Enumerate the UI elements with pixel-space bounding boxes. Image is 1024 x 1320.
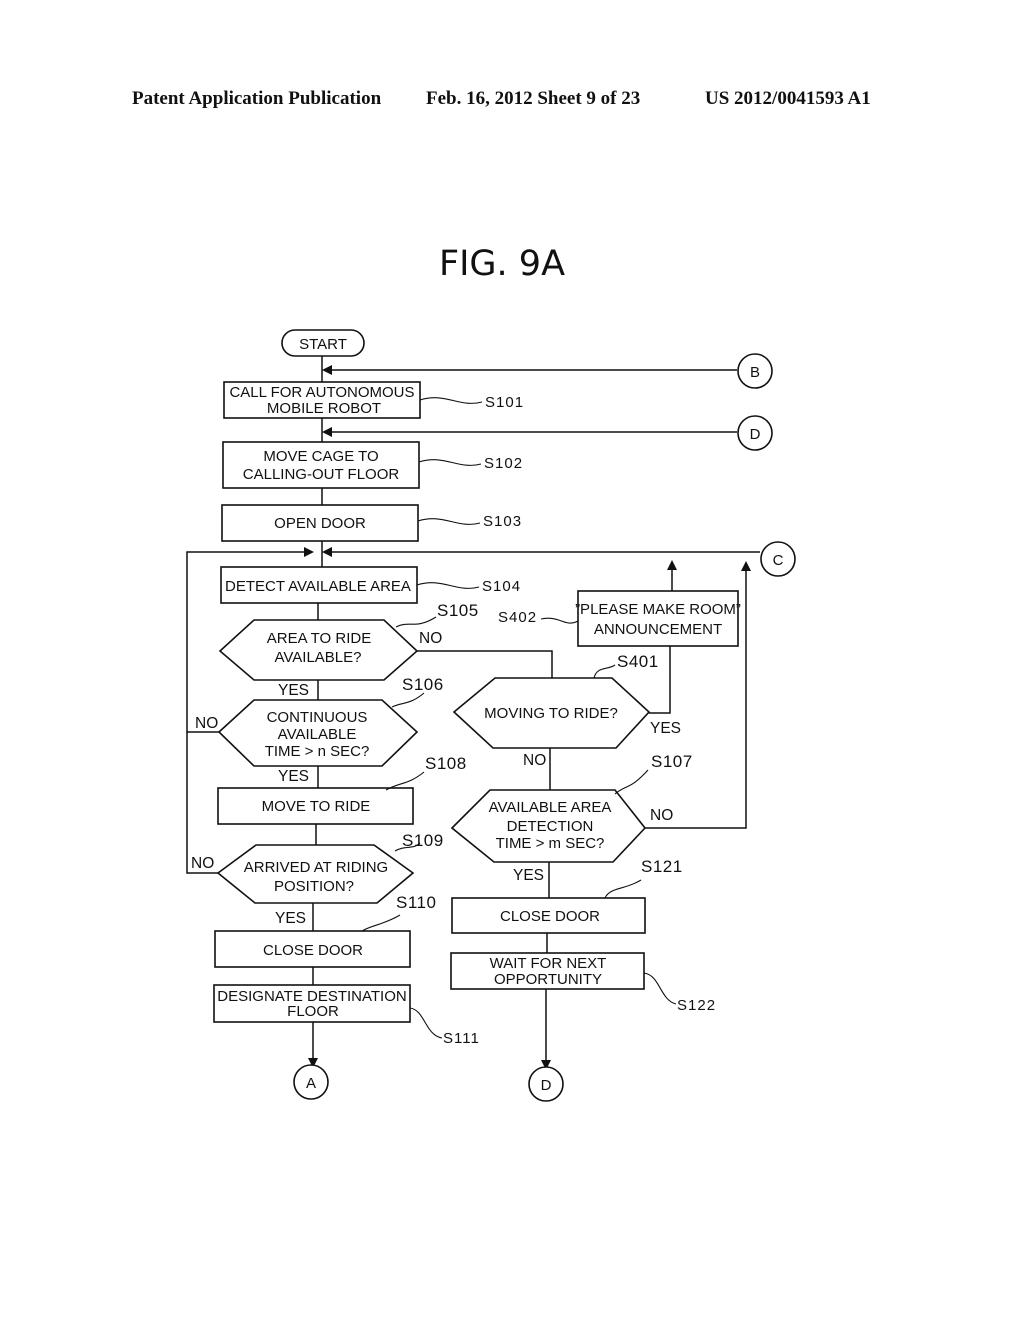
s401-no-label: NO [523, 752, 546, 769]
decision-s107: AVAILABLE AREA DETECTION TIME > m SEC? [450, 789, 647, 863]
step-s102: MOVE CAGE TO CALLING-OUT FLOOR [222, 441, 420, 489]
svg-text:CONTINUOUS: CONTINUOUS [267, 709, 368, 726]
svg-text:ARRIVED AT RIDING: ARRIVED AT RIDING [244, 859, 388, 876]
s122-id: S122 [677, 997, 716, 1014]
s401-yes-label: YES [650, 720, 681, 737]
s109-no-label: NO [191, 855, 214, 872]
svg-text:C: C [773, 552, 784, 569]
svg-text:OPPORTUNITY: OPPORTUNITY [494, 971, 602, 988]
decision-s401: MOVING TO RIDE? [452, 677, 651, 749]
svg-text:DETECTION: DETECTION [507, 818, 594, 835]
svg-text:MOVE CAGE TO: MOVE CAGE TO [263, 448, 378, 465]
step-s110: CLOSE DOOR [214, 930, 411, 968]
svg-text:AREA TO RIDE: AREA TO RIDE [267, 630, 371, 647]
s111-id: S111 [443, 1030, 480, 1047]
svg-text:AVAILABLE?: AVAILABLE? [275, 649, 362, 666]
connector-d-in: D [737, 415, 773, 451]
step-s111: DESIGNATE DESTINATION FLOOR [213, 984, 411, 1023]
flowchart: START B D C A D CALL FOR AUTONOMOUS MOBI… [186, 329, 796, 1102]
decision-s109: ARRIVED AT RIDING POSITION? [216, 844, 415, 904]
svg-text:ANNOUNCEMENT: ANNOUNCEMENT [594, 621, 722, 638]
s106-id: S106 [402, 675, 444, 694]
s102-id: S102 [484, 455, 523, 472]
svg-text:D: D [750, 426, 761, 443]
s110-id: S110 [396, 893, 436, 912]
svg-text:D: D [541, 1077, 552, 1094]
connector-d-out: D [528, 1066, 564, 1102]
s106-yes-label: YES [278, 768, 309, 785]
step-s103: OPEN DOOR [221, 504, 419, 542]
svg-text:POSITION?: POSITION? [274, 878, 354, 895]
start-terminal: START [281, 329, 365, 357]
connector-a: A [293, 1064, 329, 1100]
svg-text:A: A [306, 1075, 316, 1092]
s402-id: S402 [498, 609, 537, 626]
connector-c: C [760, 541, 796, 577]
connector-b: B [737, 353, 773, 389]
s104-id: S104 [482, 578, 521, 595]
svg-text:”PLEASE MAKE ROOM”: ”PLEASE MAKE ROOM” [575, 601, 741, 618]
svg-text:TIME > n SEC?: TIME > n SEC? [265, 743, 370, 760]
svg-text:CALL FOR AUTONOMOUS: CALL FOR AUTONOMOUS [229, 384, 414, 401]
step-s121: CLOSE DOOR [451, 897, 646, 934]
svg-text:CLOSE DOOR: CLOSE DOOR [500, 908, 600, 925]
svg-text:OPEN DOOR: OPEN DOOR [274, 515, 366, 532]
svg-text:CLOSE DOOR: CLOSE DOOR [263, 942, 363, 959]
s107-yes-label: YES [513, 867, 544, 884]
decision-s105: AREA TO RIDE AVAILABLE? [218, 619, 419, 681]
s105-id: S105 [437, 601, 479, 620]
step-s104: DETECT AVAILABLE AREA [220, 566, 418, 604]
start-label: START [299, 336, 347, 353]
s401-id: S401 [617, 652, 659, 671]
step-s402: ”PLEASE MAKE ROOM” ANNOUNCEMENT [575, 590, 741, 647]
s105-no-label: NO [419, 630, 442, 647]
s107-no-label: NO [650, 807, 673, 824]
s107-id: S107 [651, 752, 693, 771]
s105-yes-label: YES [278, 682, 309, 699]
svg-text:CALLING-OUT FLOOR: CALLING-OUT FLOOR [243, 466, 400, 483]
s106-no-label: NO [195, 715, 218, 732]
decision-s106: CONTINUOUS AVAILABLE TIME > n SEC? [217, 699, 419, 767]
step-s122: WAIT FOR NEXT OPPORTUNITY [450, 952, 645, 990]
svg-text:B: B [750, 364, 760, 381]
svg-text:WAIT FOR NEXT: WAIT FOR NEXT [490, 955, 607, 972]
s109-yes-label: YES [275, 910, 306, 927]
step-s108: MOVE TO RIDE [217, 787, 414, 825]
svg-text:FLOOR: FLOOR [287, 1003, 339, 1020]
s108-id: S108 [425, 754, 467, 773]
svg-text:AVAILABLE: AVAILABLE [278, 726, 357, 743]
svg-text:MOBILE ROBOT: MOBILE ROBOT [267, 400, 381, 417]
s103-id: S103 [483, 513, 522, 530]
svg-text:AVAILABLE AREA: AVAILABLE AREA [489, 799, 612, 816]
svg-text:DETECT AVAILABLE AREA: DETECT AVAILABLE AREA [225, 578, 411, 595]
s109-id: S109 [402, 831, 444, 850]
svg-text:TIME > m SEC?: TIME > m SEC? [496, 835, 605, 852]
s101-id: S101 [485, 394, 524, 411]
svg-text:MOVE TO RIDE: MOVE TO RIDE [262, 798, 371, 815]
s121-id: S121 [641, 857, 683, 876]
step-s101: CALL FOR AUTONOMOUS MOBILE ROBOT [223, 381, 421, 419]
svg-text:MOVING TO RIDE?: MOVING TO RIDE? [484, 705, 618, 722]
